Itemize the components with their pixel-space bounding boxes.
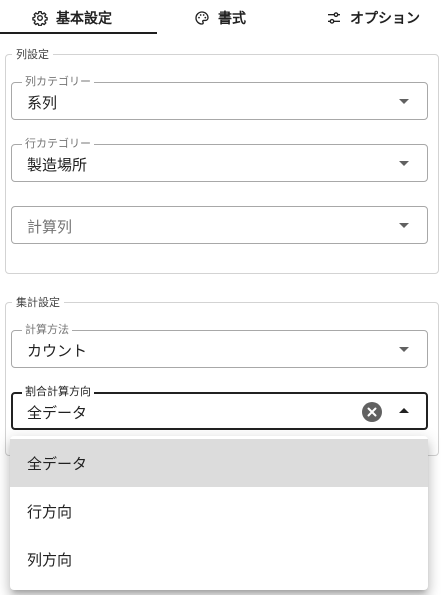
row-category-value: 製造場所: [27, 156, 88, 174]
tab-bar: 基本設定 書式 オプション: [0, 0, 441, 35]
tab-label: 書式: [218, 10, 246, 27]
ratio-direction-dropdown: 全データ 行方向 列方向: [10, 436, 428, 590]
tab-label: オプション: [350, 10, 420, 27]
option-label: 全データ: [27, 454, 88, 473]
chevron-down-icon: [399, 347, 409, 352]
column-category-select[interactable]: 列カテゴリー 系列: [11, 75, 428, 120]
ratio-direction-label: 割合計算方向: [22, 385, 94, 399]
option-label: 行方向: [27, 502, 73, 521]
ratio-direction-value: 全データ: [27, 404, 88, 422]
tab-label: 基本設定: [56, 10, 112, 27]
chevron-up-icon[interactable]: [399, 408, 409, 413]
aggregate-settings-group: 集計設定: [5, 294, 439, 456]
calc-method-value: カウント: [27, 342, 88, 360]
calc-method-select[interactable]: 計算方法 カウント: [11, 323, 428, 368]
aggregate-settings-title: 集計設定: [16, 296, 60, 309]
chevron-down-icon: [399, 161, 409, 166]
ratio-direction-select[interactable]: 割合計算方向 全データ: [11, 385, 428, 430]
active-tab-indicator: [0, 32, 157, 34]
row-category-select[interactable]: 行カテゴリー 製造場所: [11, 137, 428, 182]
chevron-down-icon: [399, 223, 409, 228]
tab-options[interactable]: オプション: [326, 0, 420, 35]
dropdown-option-column-direction[interactable]: 列方向: [10, 535, 428, 583]
tab-basic-settings[interactable]: 基本設定: [32, 0, 112, 35]
calc-column-placeholder: 計算列: [27, 218, 73, 236]
tune-icon: [326, 10, 342, 26]
calc-column-select[interactable]: 計算列: [11, 206, 428, 244]
column-settings-title: 列設定: [16, 48, 49, 61]
dropdown-option-row-direction[interactable]: 行方向: [10, 487, 428, 535]
tab-format[interactable]: 書式: [194, 0, 246, 35]
row-category-label: 行カテゴリー: [22, 137, 94, 151]
clear-icon[interactable]: [362, 402, 382, 422]
option-label: 列方向: [27, 550, 73, 569]
palette-icon: [194, 10, 210, 26]
column-category-label: 列カテゴリー: [22, 75, 94, 89]
dropdown-option-all-data[interactable]: 全データ: [10, 439, 428, 487]
calc-method-label: 計算方法: [22, 323, 72, 337]
chevron-down-icon: [399, 99, 409, 104]
gear-icon: [32, 10, 48, 26]
column-category-value: 系列: [27, 94, 58, 112]
